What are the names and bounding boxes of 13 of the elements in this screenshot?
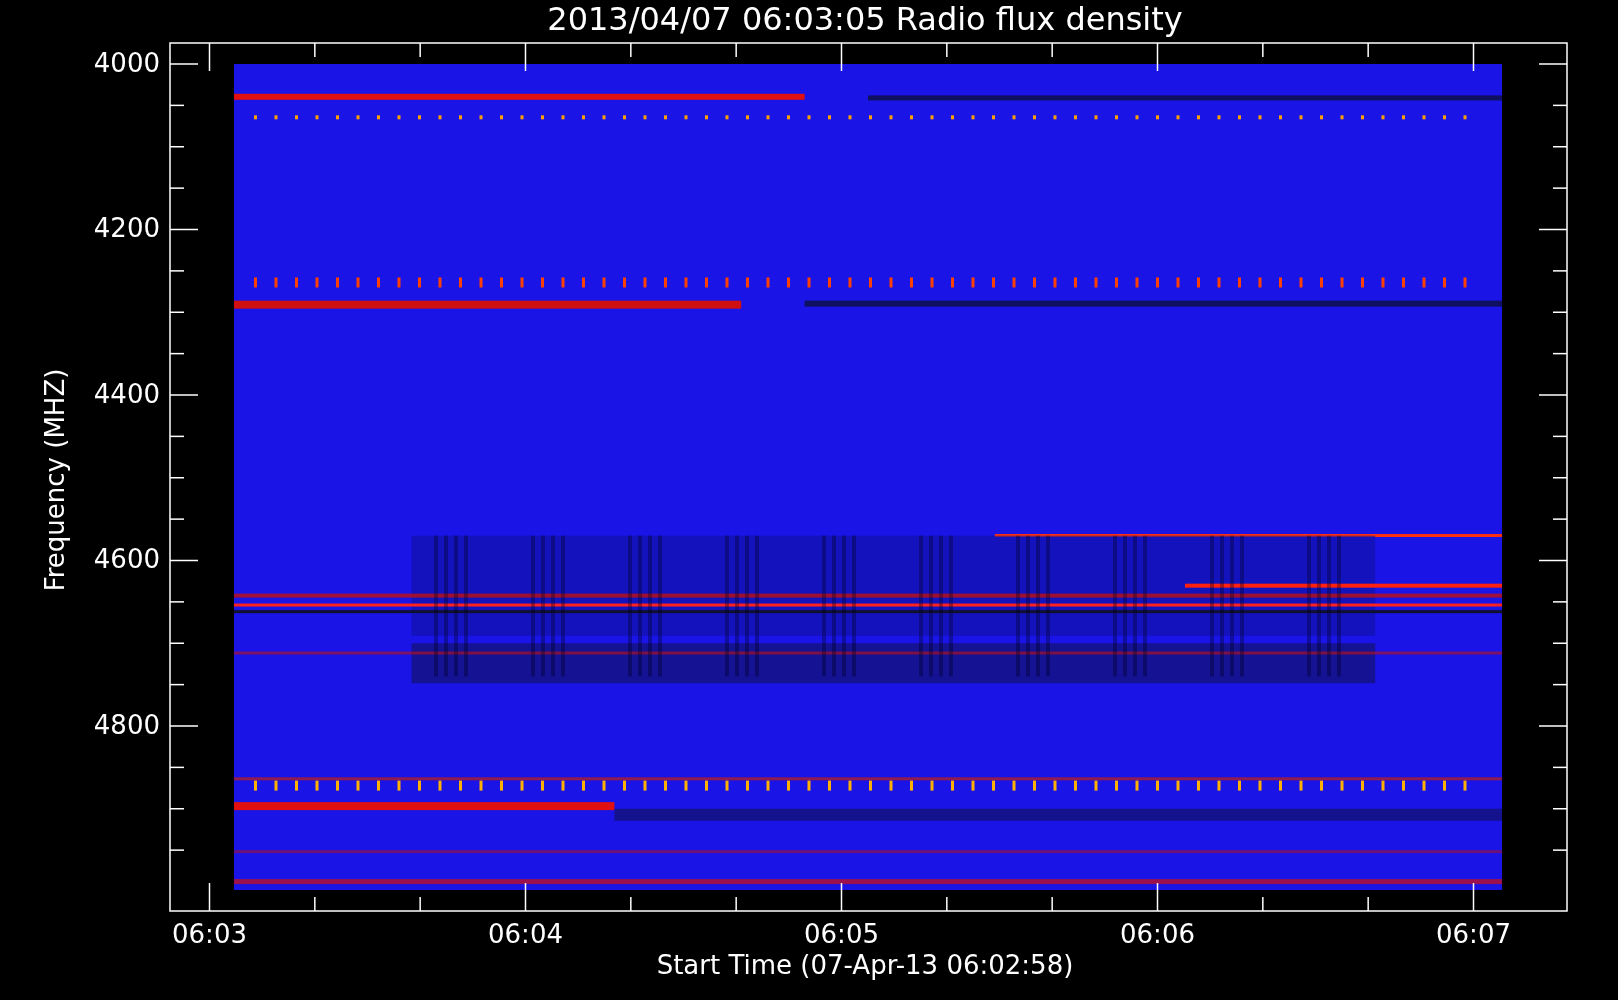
y-tick-label: 4000 — [93, 47, 160, 78]
plot-title: 2013/04/07 06:03:05 Radio flux density — [547, 0, 1183, 38]
y-tick-label: 4800 — [93, 709, 160, 740]
x-tick-label: 06:06 — [1120, 918, 1195, 949]
x-tick-label: 06:04 — [488, 918, 563, 949]
y-tick-label: 4600 — [93, 544, 160, 574]
x-tick-label: 06:03 — [172, 918, 247, 949]
x-tick-label: 06:07 — [1436, 918, 1511, 949]
y-tick-label: 4200 — [93, 213, 160, 243]
x-tick-label: 06:05 — [804, 918, 879, 949]
x-axis-label: Start Time (07-Apr-13 06:02:58) — [656, 949, 1074, 980]
y-axis-label: Frequency (MHZ) — [39, 368, 70, 592]
y-tick-label: 4400 — [93, 378, 160, 409]
